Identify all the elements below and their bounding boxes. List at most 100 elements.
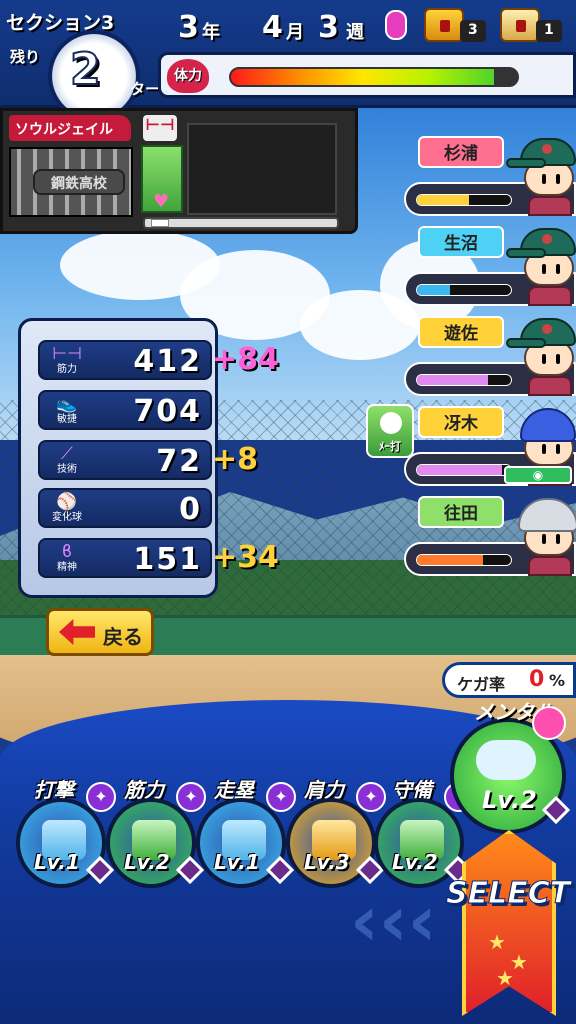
year-number: 3 — [178, 10, 199, 45]
stat-box: ⟋ 技術 72 — [38, 440, 212, 480]
eye — [542, 534, 546, 544]
stat-icon-wrap: 👟 敏捷 — [44, 394, 90, 428]
player-card[interactable]: 遊佐 — [404, 316, 576, 398]
stat-bonus: +8 — [212, 442, 259, 477]
stamina-bar-fill — [231, 69, 495, 85]
player-name: 遊佐 — [418, 316, 504, 348]
uniform — [528, 286, 572, 306]
uniform — [528, 556, 572, 576]
player-evaluation-bar-fill — [417, 375, 488, 385]
uniform — [528, 376, 572, 396]
soul-jail-card[interactable]: ソウルジェイル 鋼鉄高校 ⊢⊣ ♥ — [0, 108, 358, 234]
hair — [518, 498, 576, 532]
player-evaluation-bar — [416, 554, 512, 566]
select-button[interactable]: SELECT — [445, 876, 570, 912]
stat-row: ϐ 精神 151 — [38, 538, 212, 578]
year-unit: 年 — [202, 22, 220, 43]
player-name: 冴木 — [418, 406, 504, 438]
uniform — [528, 196, 572, 216]
star-icon: ★ — [496, 966, 514, 990]
back-button[interactable]: 戻る — [46, 608, 154, 656]
stat-icon-wrap: ϐ 精神 — [44, 542, 90, 576]
week-unit: 週 — [346, 22, 364, 43]
stat-value: 0 — [179, 492, 202, 527]
stat-value: 151 — [133, 542, 202, 577]
player-evaluation-bar-fill — [417, 555, 483, 565]
player-card[interactable]: 生沼 — [404, 226, 576, 308]
eye — [556, 174, 560, 184]
back-arrow-icon — [59, 619, 95, 645]
stat-icon-wrap: ⚾ 変化球 — [44, 492, 90, 526]
stat-row: ⚾ 変化球 0 — [38, 488, 212, 528]
player-avatar — [506, 228, 576, 306]
cloud-icon — [476, 740, 536, 780]
practice-mental[interactable]: メンタル Lv.2 — [448, 700, 576, 834]
silver-chest-icon[interactable] — [500, 8, 540, 42]
practice-level: Lv.2 — [392, 850, 438, 874]
soul-jail-label: ソウルジェイル — [9, 115, 131, 141]
skill-chip-label: ﾒｰ打 — [379, 440, 401, 453]
stat-value: 704 — [133, 394, 202, 429]
pink-item-icon[interactable] — [385, 10, 407, 40]
cap-brim — [506, 248, 546, 258]
cap-brim — [506, 338, 546, 348]
gold-chest-count: 3 — [460, 20, 486, 42]
remaining-turns-number: 2 — [69, 43, 102, 96]
injury-rate-label: ケガ率 — [457, 675, 506, 694]
stat-label: 精神 — [57, 562, 77, 573]
player-name: 杉浦 — [418, 136, 504, 168]
gold-chest-icon[interactable] — [424, 8, 464, 42]
player-evaluation-bar — [416, 194, 512, 206]
player-avatar — [506, 138, 576, 216]
stat-bonus: +34 — [212, 540, 279, 575]
soul-scrollbar[interactable] — [143, 217, 339, 229]
practice-level: Lv.2 — [124, 850, 170, 874]
eye — [556, 534, 560, 544]
stat-box: ϐ 精神 151 — [38, 538, 212, 578]
player-evaluation-bar — [416, 374, 512, 386]
player-evaluation-bar-fill — [417, 195, 469, 205]
practice-level: Lv.1 — [34, 850, 80, 874]
stat-label: 敏捷 — [57, 414, 77, 425]
eye — [556, 354, 560, 364]
back-button-label: 戻る — [103, 625, 143, 649]
player-evaluation-bar-fill — [417, 285, 450, 295]
practice-button[interactable]: 打撃 ✦ Lv.1 — [14, 774, 116, 902]
stat-value: 72 — [156, 444, 202, 479]
stat-bonus: +84 — [212, 342, 279, 377]
bat-icon: ⟋ — [61, 444, 73, 464]
stat-box: ⚾ 変化球 0 — [38, 488, 212, 528]
cap-brim — [506, 158, 546, 168]
stat-value: 412 — [133, 344, 202, 379]
skill-chip[interactable]: ﾒｰ打 — [366, 404, 414, 458]
week-number: 3 — [318, 10, 339, 45]
player-name: 往田 — [418, 496, 504, 528]
stat-label: 筋力 — [57, 364, 77, 375]
practice-button[interactable]: 筋力 ✦ Lv.2 — [104, 774, 206, 902]
eye-tag-icon: ◉ — [504, 466, 572, 484]
player-evaluation-bar-fill — [417, 465, 502, 475]
scroll-badge-icon — [532, 706, 566, 740]
player-card[interactable]: 往田 — [404, 496, 576, 578]
eye — [542, 264, 546, 274]
heart-icon: 体力 — [167, 59, 209, 93]
player-card[interactable]: 杉浦 — [404, 136, 576, 218]
practice-button[interactable]: 走塁 ✦ Lv.1 — [194, 774, 296, 902]
soul-scrollbar-thumb[interactable] — [151, 219, 169, 227]
spirit-icon: ϐ — [61, 542, 73, 562]
jail-nameplate: 鋼鉄高校 — [33, 169, 125, 195]
star-icon: ★ — [488, 930, 506, 954]
heart-plus-icon: ♥ — [153, 191, 170, 212]
player-avatar — [512, 498, 576, 576]
practice-level: Lv.3 — [304, 850, 350, 874]
stat-row: ⟋ 技術 72 — [38, 440, 212, 480]
player-evaluation-bar — [416, 284, 512, 296]
eye — [542, 174, 546, 184]
eye — [542, 354, 546, 364]
remaining-label: 残り — [10, 48, 41, 66]
stat-label: 技術 — [57, 464, 77, 475]
practice-button[interactable]: 肩力 ✦ Lv.3 — [284, 774, 386, 902]
injury-rate-value: 0 — [529, 667, 545, 692]
player-avatar — [506, 318, 576, 396]
stat-icon-wrap: ⟋ 技術 — [44, 444, 90, 478]
